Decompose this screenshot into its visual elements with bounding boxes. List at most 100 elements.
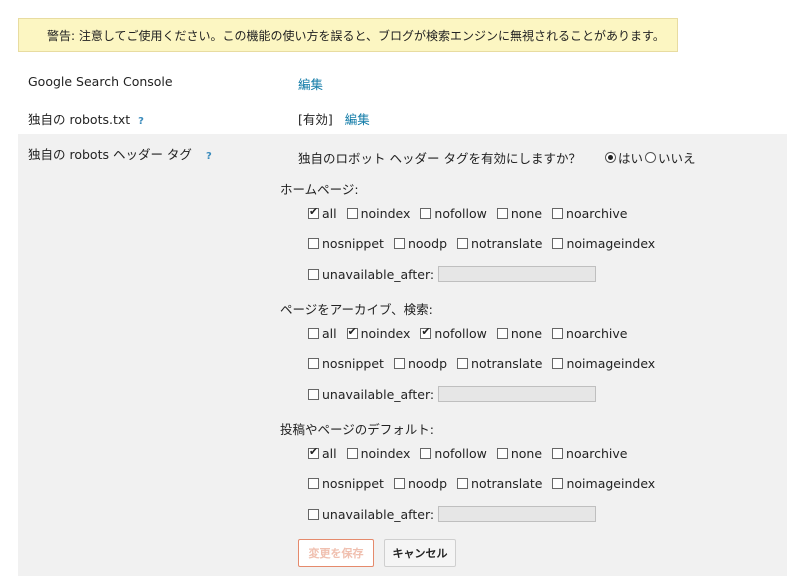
checkbox-label: notranslate (471, 476, 543, 491)
checkbox-nofollow[interactable] (420, 208, 432, 219)
checkbox-option-nosnippet[interactable]: nosnippet (308, 356, 384, 371)
checkbox-option-nofollow[interactable]: nofollow (420, 325, 487, 341)
checkbox-option-notranslate[interactable]: notranslate (457, 356, 542, 371)
unavailable-after-input[interactable] (438, 386, 597, 402)
checkbox-row: all noindex nofollow none noarchive (308, 445, 637, 461)
search-console-label: Google Search Console (28, 74, 173, 89)
radio-no-button[interactable] (644, 152, 656, 163)
checkbox-noindex[interactable] (346, 208, 358, 219)
checkbox-option-noimageindex[interactable]: noimageindex (552, 236, 655, 251)
checkbox-option-noimageindex[interactable]: noimageindex (552, 476, 655, 491)
section-title: ページをアーカイブ、検索: (280, 302, 433, 317)
checkbox-nofollow[interactable] (420, 325, 432, 339)
checkbox-noimageindex[interactable] (552, 478, 564, 489)
checkbox-noarchive[interactable] (552, 208, 564, 219)
checkbox-option-none[interactable]: none (496, 326, 543, 341)
help-icon[interactable]: ? (206, 151, 212, 162)
checkbox-nosnippet[interactable] (308, 478, 319, 489)
unavailable-after-row: unavailable_after: (308, 506, 597, 522)
checkbox-nosnippet[interactable] (308, 238, 319, 249)
checkbox-option-notranslate[interactable]: notranslate (457, 236, 542, 251)
section-title: 投稿やページのデフォルト: (280, 422, 434, 437)
warning-banner: 警告: 注意してご使用ください。この機能の使い方を誤ると、ブログが検索エンジンに… (18, 18, 678, 52)
checkbox-noarchive[interactable] (552, 448, 564, 459)
radio-yes-button[interactable] (604, 152, 616, 163)
checkbox-option-noindex[interactable]: noindex (346, 446, 411, 461)
checkbox-option-nofollow[interactable]: nofollow (420, 446, 487, 461)
unavailable-after-row: unavailable_after: (308, 386, 597, 402)
checkbox-notranslate[interactable] (457, 238, 469, 249)
unavailable-after-input[interactable] (438, 506, 597, 522)
checkbox-label: nofollow (434, 206, 487, 221)
enable-question-text: 独自のロボット ヘッダー タグを有効にしますか？ (298, 151, 581, 166)
warning-text: 警告: 注意してご使用ください。この機能の使い方を誤ると、ブログが検索エンジンに… (47, 28, 665, 43)
unavailable-after-input[interactable] (438, 266, 597, 282)
checkbox-option-notranslate[interactable]: notranslate (457, 476, 542, 491)
checkbox-label: nofollow (434, 446, 487, 461)
checkbox-unavailable-after[interactable] (308, 508, 319, 520)
checkbox-label: noodp (407, 356, 448, 371)
checkbox-option-noindex[interactable]: noindex (346, 325, 410, 341)
checkbox-option-nosnippet[interactable]: nosnippet (308, 476, 384, 491)
unavailable-after-label: unavailable_after: (322, 266, 435, 282)
checkbox-noodp[interactable] (393, 238, 405, 249)
save-button[interactable]: 変更を保存 (298, 539, 374, 567)
checkbox-none[interactable] (496, 448, 508, 459)
radio-yes[interactable]: はい (604, 148, 643, 167)
checkbox-option-noarchive[interactable]: noarchive (552, 206, 627, 221)
checkbox-noindex[interactable] (346, 448, 358, 459)
checkbox-unavailable-after[interactable] (308, 268, 319, 280)
checkbox-option-noodp[interactable]: noodp (393, 356, 448, 371)
checkbox-label: noimageindex (566, 476, 656, 491)
checkbox-option-none[interactable]: none (496, 206, 543, 221)
checkbox-all[interactable] (308, 328, 319, 339)
radio-no-label: いいえ (657, 151, 696, 166)
cancel-button[interactable]: キャンセル (384, 539, 456, 567)
checkbox-option-noarchive[interactable]: noarchive (552, 446, 627, 461)
checkbox-none[interactable] (496, 328, 508, 339)
robots-txt-label: 独自の robots.txt (28, 112, 131, 127)
robots-txt-edit-link[interactable]: 編集 (345, 112, 370, 127)
checkbox-label: noimageindex (566, 236, 656, 251)
checkbox-option-nofollow[interactable]: nofollow (420, 206, 487, 221)
checkbox-nosnippet[interactable] (308, 358, 319, 369)
checkbox-label: none (510, 206, 543, 221)
checkbox-option-noimageindex[interactable]: noimageindex (552, 356, 655, 371)
checkbox-option-noindex[interactable]: noindex (346, 206, 410, 221)
checkbox-label: nofollow (434, 326, 487, 341)
checkbox-option-all[interactable]: all (308, 326, 337, 341)
checkbox-label: nosnippet (322, 476, 384, 491)
checkbox-unavailable-after[interactable] (308, 388, 319, 400)
checkbox-label: noarchive (566, 326, 628, 341)
checkbox-all[interactable] (308, 205, 319, 219)
checkbox-noodp[interactable] (393, 358, 405, 369)
radio-no[interactable]: いいえ (644, 148, 696, 167)
checkbox-noindex[interactable] (346, 325, 358, 339)
checkbox-label: nosnippet (322, 236, 384, 251)
checkbox-option-all[interactable]: all (308, 205, 337, 221)
checkbox-all[interactable] (308, 445, 319, 459)
checkbox-noarchive[interactable] (552, 328, 564, 339)
checkbox-label: all (322, 446, 337, 461)
checkbox-option-noarchive[interactable]: noarchive (552, 326, 627, 341)
checkbox-noimageindex[interactable] (552, 358, 564, 369)
checkbox-label: notranslate (471, 356, 543, 371)
checkbox-nofollow[interactable] (420, 448, 432, 459)
search-console-edit-link[interactable]: 編集 (298, 77, 323, 92)
unavailable-after-label: unavailable_after: (322, 386, 435, 402)
section-title: ホームページ: (280, 182, 359, 197)
checkbox-option-noodp[interactable]: noodp (393, 236, 447, 251)
checkbox-noimageindex[interactable] (552, 238, 564, 249)
checkbox-notranslate[interactable] (457, 358, 469, 369)
checkbox-option-all[interactable]: all (308, 445, 337, 461)
help-icon[interactable]: ? (138, 116, 144, 127)
checkbox-option-nosnippet[interactable]: nosnippet (308, 236, 384, 251)
checkbox-none[interactable] (496, 208, 508, 219)
checkbox-row: nosnippet noodp notranslate noimageindex (308, 236, 665, 251)
checkbox-option-noodp[interactable]: noodp (393, 476, 447, 491)
checkbox-label: noindex (360, 446, 411, 461)
checkbox-noodp[interactable] (393, 478, 405, 489)
checkbox-option-none[interactable]: none (496, 446, 542, 461)
checkbox-notranslate[interactable] (457, 478, 469, 489)
checkbox-label: none (510, 326, 543, 341)
